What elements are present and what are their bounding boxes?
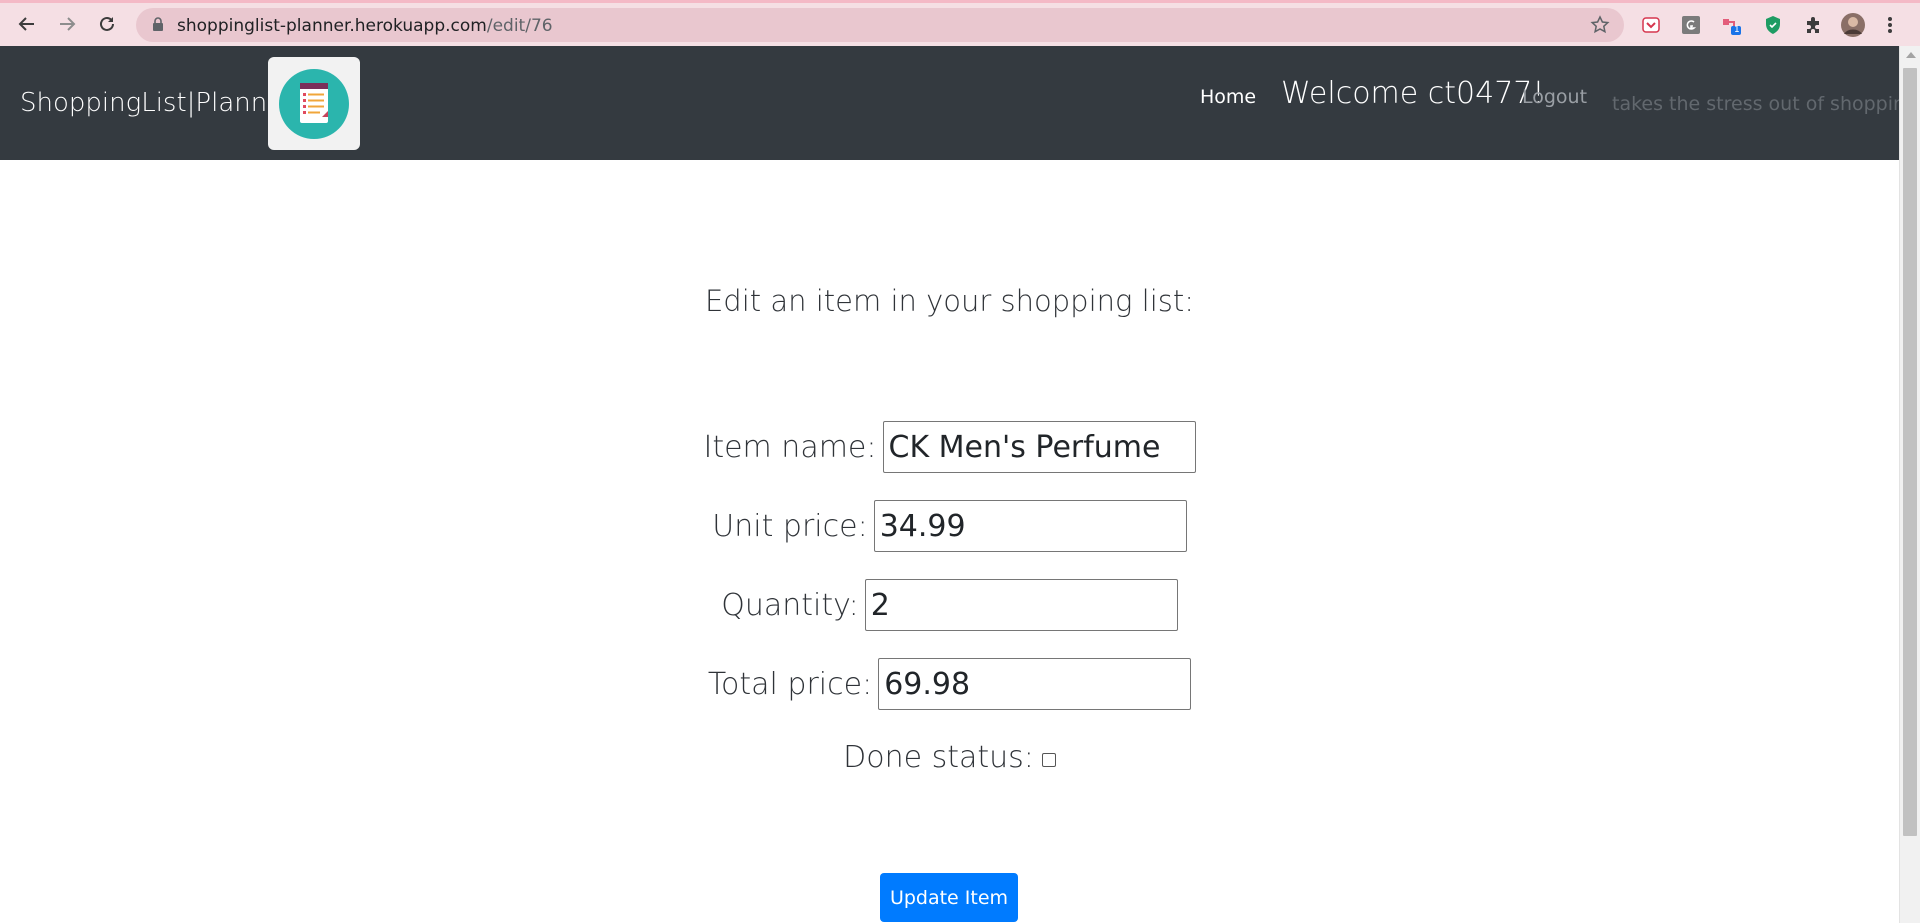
shopping-list-logo <box>268 57 360 150</box>
done-status-checkbox[interactable] <box>1041 752 1056 767</box>
pocket-extension-icon[interactable] <box>1640 14 1662 36</box>
total-price-row: Total price: <box>0 658 1899 710</box>
unit-price-label: Unit price: <box>712 508 868 544</box>
unit-price-input[interactable] <box>873 500 1187 552</box>
item-name-label: Item name: <box>703 429 877 465</box>
browser-menu-icon[interactable] <box>1884 14 1896 36</box>
page-scrollbar[interactable] <box>1899 46 1920 923</box>
grammar-extension-icon[interactable] <box>1680 14 1702 36</box>
site-navbar: ShoppingList|Planner Home Welcome ct0477… <box>0 46 1917 160</box>
extension-badge-icon[interactable]: 1 <box>1720 14 1742 36</box>
total-price-label: Total price: <box>707 666 873 702</box>
nav-logout-link[interactable]: Logout <box>1522 86 1587 108</box>
browser-toolbar: shoppinglist-planner.herokuapp.com/edit/… <box>0 0 1920 46</box>
total-price-input[interactable] <box>878 658 1192 710</box>
scrollbar-thumb[interactable] <box>1903 68 1917 836</box>
scroll-up-arrow-icon[interactable] <box>1906 52 1916 58</box>
done-status-row: Done status: <box>0 740 1899 775</box>
item-name-input[interactable] <box>882 421 1196 473</box>
address-bar[interactable]: shoppinglist-planner.herokuapp.com/edit/… <box>136 8 1624 42</box>
tagline: takes the stress out of shopping <box>1612 93 1918 115</box>
url-text: shoppinglist-planner.herokuapp.com/edit/… <box>177 16 553 36</box>
extensions-puzzle-icon[interactable] <box>1802 14 1824 36</box>
quantity-row: Quantity: <box>0 579 1899 631</box>
forward-icon[interactable] <box>52 9 82 39</box>
back-icon[interactable] <box>12 9 42 39</box>
bookmark-star-icon[interactable] <box>1590 15 1610 40</box>
welcome-message: Welcome ct0477! <box>1281 76 1545 111</box>
shield-extension-icon[interactable] <box>1762 14 1784 36</box>
profile-avatar-icon[interactable] <box>1840 12 1866 38</box>
update-item-button[interactable]: Update Item <box>880 873 1018 922</box>
reload-icon[interactable] <box>92 9 122 39</box>
page-title: Edit an item in your shopping list: <box>704 284 1195 318</box>
extension-badge-count: 1 <box>1734 25 1740 35</box>
done-status-label: Done status: <box>843 740 1034 775</box>
quantity-label: Quantity: <box>721 587 859 623</box>
quantity-input[interactable] <box>864 579 1178 631</box>
brand-link[interactable]: ShoppingList|Planner <box>20 88 294 118</box>
item-name-row: Item name: <box>0 421 1899 473</box>
unit-price-row: Unit price: <box>0 500 1899 552</box>
lock-icon <box>152 17 164 37</box>
shopping-list-logo-icon <box>279 68 349 139</box>
nav-home-link[interactable]: Home <box>1200 86 1256 108</box>
